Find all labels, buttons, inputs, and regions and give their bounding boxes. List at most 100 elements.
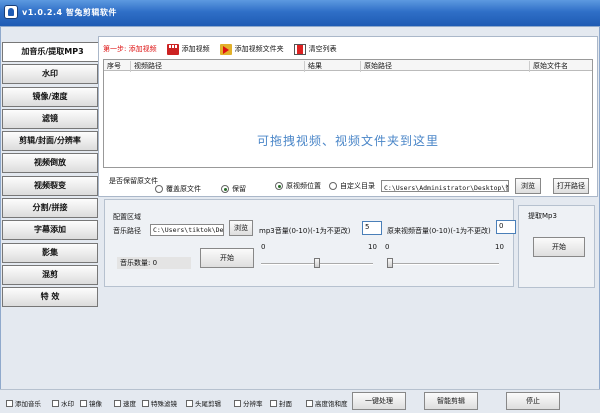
- checkbox-icon: [270, 399, 277, 407]
- window-title: v1.0.2.4 智兔剪辑软件: [22, 8, 117, 17]
- check-label: 高度饱和度: [315, 400, 348, 408]
- output-browse-button[interactable]: 浏览: [515, 178, 541, 194]
- add-video-button[interactable]: 添加视频: [166, 43, 210, 55]
- clear-list-icon: [293, 43, 306, 55]
- title-bar: v1.0.2.4 智兔剪辑软件: [0, 0, 600, 26]
- checkbox-icon: [114, 399, 121, 407]
- checkbox-icon: [306, 399, 313, 407]
- checkbox-icon: [52, 399, 59, 407]
- extract-start-button[interactable]: 开始: [533, 237, 585, 257]
- step-label: 第一步: 添加视频: [103, 45, 157, 53]
- table-header: 序号 视频路径 结果 原始路径 原始文件名: [104, 60, 592, 72]
- col-orig-name: 原始文件名: [533, 62, 568, 70]
- clear-list-button[interactable]: 清空列表: [293, 43, 337, 55]
- folder-play-icon: [219, 43, 232, 55]
- open-path-button[interactable]: 打开路径: [553, 178, 589, 194]
- orig-location-radio[interactable]: 原视频位置: [275, 181, 321, 191]
- sidebar: 加音乐/提取MP3 水印 镜像/速度 滤镜 剪辑/封面/分辨率 视频倒放 视频裂…: [2, 42, 102, 310]
- mp3-slider-min: 0: [261, 243, 266, 251]
- sidebar-item-filter[interactable]: 滤镜: [2, 108, 98, 129]
- add-video-label: 添加视频: [181, 45, 210, 53]
- check-mirror[interactable]: 镜像: [80, 398, 102, 408]
- check-watermark[interactable]: 水印: [52, 398, 74, 408]
- col-result: 结果: [308, 62, 322, 70]
- check-special-filter[interactable]: 特殊滤镜: [142, 398, 177, 408]
- toolbar: 第一步: 添加视频 添加视频 添加视频文件夹 清空列表: [103, 41, 337, 57]
- app-icon: [4, 5, 18, 19]
- orig-slider-min: 0: [385, 243, 390, 251]
- sidebar-item-reverse[interactable]: 视频倒放: [2, 153, 98, 174]
- mp3-volume-label: mp3音量(0-10)(-1为不更改): [259, 227, 351, 235]
- overwrite-radio[interactable]: 覆盖原文件: [155, 184, 201, 194]
- check-label: 头尾剪辑: [195, 400, 221, 408]
- video-list-panel: 第一步: 添加视频 添加视频 添加视频文件夹 清空列表 序号 视频路径 结果 原…: [98, 36, 598, 197]
- mp3-slider-max: 10: [368, 243, 377, 251]
- radio-selected-icon: [275, 182, 283, 190]
- music-browse-button[interactable]: 浏览: [229, 220, 253, 236]
- orig-slider-max: 10: [495, 243, 504, 251]
- check-speed[interactable]: 速度: [114, 398, 136, 408]
- sidebar-item-mirror-speed[interactable]: 镜像/速度: [2, 86, 98, 107]
- custom-dir-radio[interactable]: 自定义目录: [329, 181, 375, 191]
- col-index: 序号: [107, 62, 121, 70]
- orig-location-label: 原视频位置: [286, 182, 321, 190]
- sidebar-item-mix[interactable]: 混剪: [2, 264, 98, 285]
- sidebar-item-fission[interactable]: 视频裂变: [2, 175, 98, 196]
- check-resolution[interactable]: 分辨率: [234, 398, 263, 408]
- checkbox-icon: [234, 399, 241, 407]
- check-saturation[interactable]: 高度饱和度: [306, 398, 348, 408]
- config-section-label: 配置区域: [113, 213, 141, 221]
- keep-radio[interactable]: 保留: [221, 184, 246, 194]
- drop-hint: 可拖拽视频、视频文件夹到这里: [256, 134, 439, 148]
- bottom-bar: 添加音乐 水印 镜像 速度 特殊滤镜 头尾剪辑 分辨率 封面 高度饱和度 一键处…: [0, 389, 600, 413]
- col-orig-path: 原始路径: [364, 62, 392, 70]
- sidebar-item-effects[interactable]: 特 效: [2, 287, 98, 308]
- sidebar-item-clip-cover[interactable]: 剪辑/封面/分辨率: [2, 131, 98, 152]
- music-path-input[interactable]: C:\Users\tiktok\Deskt: [150, 224, 224, 236]
- sidebar-item-album[interactable]: 影集: [2, 242, 98, 263]
- orig-volume-label: 原来视频音量(0-10)(-1为不更改): [387, 227, 491, 235]
- stop-button[interactable]: 停止: [506, 392, 560, 410]
- radio-selected-icon: [221, 185, 229, 193]
- one-key-process-button[interactable]: 一键处理: [352, 392, 406, 410]
- checkbox-icon: [80, 399, 87, 407]
- keep-original-label: 是否保留原文件: [109, 177, 158, 185]
- overwrite-label: 覆盖原文件: [166, 185, 201, 193]
- orig-volume-input[interactable]: 0: [496, 220, 516, 234]
- checkbox-icon: [142, 399, 149, 407]
- check-label: 镜像: [89, 400, 102, 408]
- check-label: 特殊滤镜: [151, 400, 177, 408]
- check-head-tail[interactable]: 头尾剪辑: [186, 398, 221, 408]
- extract-title: 提取Mp3: [528, 212, 557, 220]
- keep-label: 保留: [232, 185, 246, 193]
- extract-mp3-panel: 提取Mp3 开始: [518, 205, 595, 288]
- orig-volume-thumb[interactable]: [387, 258, 393, 268]
- col-video-path: 视频路径: [134, 62, 162, 70]
- smart-edit-button[interactable]: 智能剪辑: [424, 392, 478, 410]
- radio-icon: [155, 185, 163, 193]
- checkbox-icon: [186, 399, 193, 407]
- check-cover[interactable]: 封面: [270, 398, 292, 408]
- checkbox-icon: [6, 399, 13, 407]
- clapperboard-icon: [166, 43, 179, 55]
- custom-dir-label: 自定义目录: [340, 182, 375, 190]
- start-button[interactable]: 开始: [200, 248, 254, 268]
- sidebar-item-split-join[interactable]: 分割/拼接: [2, 198, 98, 219]
- radio-icon: [329, 182, 337, 190]
- sidebar-item-watermark[interactable]: 水印: [2, 64, 98, 85]
- config-panel: 配置区域 音乐路径 C:\Users\tiktok\Deskt 浏览 音乐数量:…: [104, 199, 516, 287]
- add-folder-button[interactable]: 添加视频文件夹: [219, 43, 284, 55]
- clear-list-label: 清空列表: [308, 45, 337, 53]
- sidebar-item-music[interactable]: 加音乐/提取MP3: [2, 42, 102, 62]
- check-label: 分辨率: [243, 400, 263, 408]
- check-label: 水印: [61, 400, 74, 408]
- check-add-music[interactable]: 添加音乐: [6, 398, 41, 408]
- mp3-volume-input[interactable]: 5: [362, 221, 382, 235]
- check-label: 添加音乐: [15, 400, 41, 408]
- music-count-label: 音乐数量: 0: [117, 257, 191, 269]
- add-folder-label: 添加视频文件夹: [234, 45, 284, 53]
- sidebar-item-subtitle[interactable]: 字幕添加: [2, 220, 98, 241]
- video-table[interactable]: 序号 视频路径 结果 原始路径 原始文件名 可拖拽视频、视频文件夹到这里: [103, 59, 593, 168]
- output-path-input[interactable]: C:\Users\Administrator\Desktop\智兔剪: [381, 180, 509, 192]
- mp3-volume-thumb[interactable]: [314, 258, 320, 268]
